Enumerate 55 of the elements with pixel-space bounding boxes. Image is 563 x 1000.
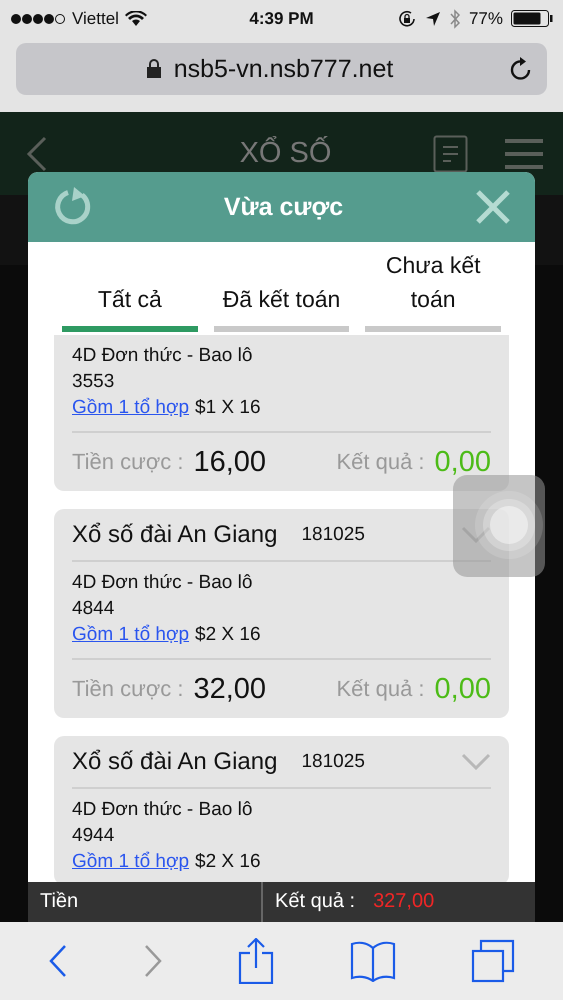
bookmarks-icon[interactable] — [350, 940, 396, 982]
battery-percent: 77% — [468, 8, 503, 28]
combination-link[interactable]: Gồm 1 tổ hợp — [72, 395, 190, 421]
stake-amount: 16,00 — [193, 446, 268, 478]
result-label: Kết quả : — [336, 676, 425, 702]
bluetooth-icon — [448, 8, 461, 28]
refresh-icon[interactable] — [52, 187, 92, 227]
forward-icon[interactable] — [143, 944, 164, 978]
rotation-lock-icon — [396, 8, 417, 28]
assistive-touch-button[interactable] — [453, 475, 545, 577]
result-label: Kết quả : — [336, 449, 425, 475]
bet-number: 4844 — [72, 597, 114, 621]
stake-label: Tiền cược : — [72, 449, 184, 475]
modal-title: Vừa cược — [222, 192, 344, 222]
result-total: 327,00 — [373, 890, 434, 913]
back-icon[interactable] — [26, 136, 48, 172]
bet-type: 4D Đơn thức - Bao lô — [72, 798, 252, 822]
stake-detail: $1 X 16 — [195, 396, 261, 420]
lock-icon — [146, 59, 162, 79]
location-icon — [424, 10, 441, 26]
stake-amount: 32,00 — [193, 672, 268, 706]
lottery-name: Xổ số đài An Giang — [72, 748, 278, 776]
combination-link[interactable]: Gồm 1 tổ hợp — [72, 622, 190, 648]
tabs-icon[interactable] — [471, 939, 516, 983]
combination-link[interactable]: Gồm 1 tổ hợp — [72, 849, 190, 875]
chevron-icon[interactable] — [461, 752, 491, 770]
stake-label: Tiền cược : — [72, 676, 184, 702]
address-bar[interactable]: nsb5-vn.nsb777.net — [16, 43, 547, 95]
bet-type: 4D Đơn thức - Bao lô — [72, 571, 252, 595]
result-amount: 0,00 — [434, 446, 491, 478]
lottery-name: Xổ số đài An Giang — [72, 520, 278, 548]
bet-number: 4944 — [72, 824, 114, 848]
menu-icon[interactable] — [505, 138, 543, 170]
bet-number: 3553 — [72, 370, 114, 394]
chevron-icon[interactable] — [461, 526, 491, 544]
carrier-name: Viettel — [72, 8, 119, 28]
share-icon[interactable] — [238, 938, 274, 984]
result-amount: 0,00 — [434, 672, 491, 706]
back-icon[interactable] — [48, 944, 68, 978]
stake-label: Tiền — [40, 890, 78, 912]
reload-icon[interactable] — [509, 56, 533, 82]
draw-number: 181025 — [301, 750, 366, 772]
close-icon[interactable] — [475, 189, 511, 225]
signal-icon — [10, 12, 66, 24]
bet-type: 4D Đơn thức - Bao lô — [72, 344, 252, 368]
battery-icon — [511, 10, 553, 27]
stake-detail: $2 X 16 — [195, 850, 261, 874]
draw-number: 181025 — [301, 524, 366, 546]
url-text: nsb5-vn.nsb777.net — [174, 54, 394, 84]
stake-detail: $2 X 16 — [195, 623, 261, 647]
document-icon[interactable] — [433, 134, 469, 172]
page-title: XỔ SỐ — [238, 137, 332, 170]
clock-time: 4:39 PM — [249, 8, 314, 28]
wifi-icon — [124, 10, 147, 26]
result-label: Kết quả : — [275, 890, 356, 913]
